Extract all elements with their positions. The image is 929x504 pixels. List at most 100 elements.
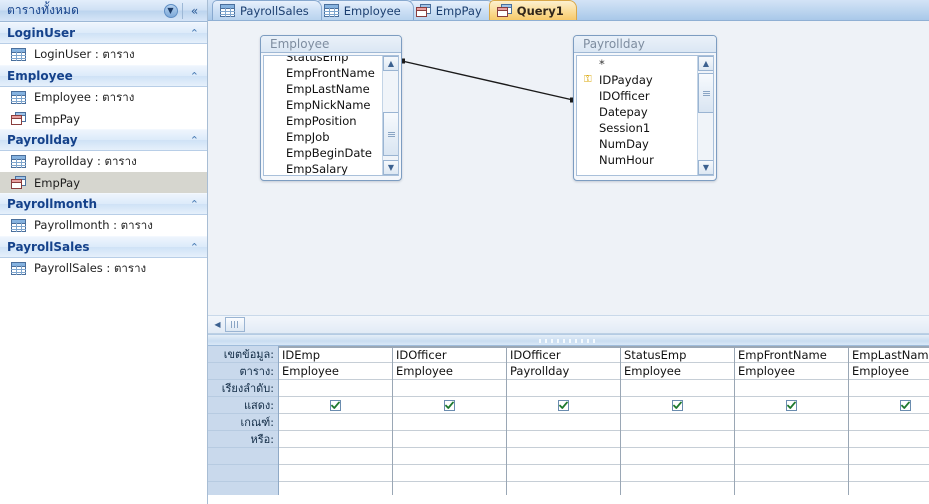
scroll-thumb[interactable]	[698, 73, 713, 113]
field-list-vertical-scrollbar[interactable]: ▲ ▼	[697, 56, 713, 175]
navigation-pane-header[interactable]: ตารางทั้งหมด ▼ «	[0, 0, 207, 22]
field-item[interactable]: Session1	[577, 120, 696, 136]
nav-item-loginuser[interactable]: LoginUser : ตาราง	[0, 44, 207, 65]
field-item[interactable]: EmpFrontName	[264, 65, 381, 81]
query-by-example-grid[interactable]: เขตข้อมูล: ตาราง: เรียงลำดับ: แสดง: เกณฑ์: หร…	[208, 346, 929, 495]
show-checkbox[interactable]	[330, 399, 341, 411]
qbe-cell-field[interactable]: IDEmp	[279, 346, 392, 363]
double-chevron-up-icon[interactable]: ⌃	[190, 135, 199, 146]
nav-group-header-loginuser[interactable]: LoginUser ⌃	[0, 22, 207, 44]
qbe-cell-sort[interactable]	[735, 380, 848, 397]
scroll-thumb[interactable]	[383, 112, 398, 156]
double-chevron-up-icon[interactable]: ⌃	[190, 71, 199, 82]
qbe-cell-criteria[interactable]	[735, 414, 848, 431]
field-item[interactable]: EmpNickName	[264, 97, 381, 113]
tab-query1[interactable]: Query1	[488, 0, 577, 20]
qbe-cell-empty[interactable]	[507, 448, 620, 465]
tab-payrollsales[interactable]: PayrollSales	[212, 0, 322, 20]
scroll-up-arrow-icon[interactable]: ▲	[698, 56, 713, 71]
qbe-cell-criteria[interactable]	[621, 414, 734, 431]
show-checkbox[interactable]	[900, 399, 911, 411]
nav-group-header-payrollday[interactable]: Payrollday ⌃	[0, 129, 207, 151]
nav-item-emppay[interactable]: EmpPay	[0, 108, 207, 129]
field-item[interactable]: NumDay	[577, 136, 696, 152]
qbe-cell-show[interactable]	[849, 397, 929, 414]
navigation-pane-collapse-button[interactable]: «	[184, 1, 205, 21]
qbe-cell-empty[interactable]	[279, 482, 392, 495]
show-checkbox[interactable]	[786, 399, 797, 411]
qbe-cell-or[interactable]	[735, 431, 848, 448]
qbe-cell-or[interactable]	[279, 431, 392, 448]
qbe-cell-empty[interactable]	[279, 465, 392, 482]
nav-group-header-payrollmonth[interactable]: Payrollmonth ⌃	[0, 193, 207, 215]
double-chevron-up-icon[interactable]: ⌃	[190, 28, 199, 39]
show-checkbox[interactable]	[672, 399, 683, 411]
qbe-cell-field[interactable]: EmpLastName	[849, 346, 929, 363]
field-item[interactable]: EmpJob	[264, 129, 381, 145]
qbe-cell-empty[interactable]	[393, 482, 506, 495]
field-item[interactable]: *	[577, 56, 696, 72]
qbe-cell-sort[interactable]	[507, 380, 620, 397]
qbe-cell-sort[interactable]	[621, 380, 734, 397]
qbe-cell-or[interactable]	[849, 431, 929, 448]
qbe-cell-show[interactable]	[621, 397, 734, 414]
qbe-cell-show[interactable]	[279, 397, 392, 414]
qbe-cell-empty[interactable]	[393, 448, 506, 465]
qbe-cell-or[interactable]	[393, 431, 506, 448]
qbe-cell-empty[interactable]	[735, 465, 848, 482]
qbe-cell-empty[interactable]	[279, 448, 392, 465]
scroll-down-arrow-icon[interactable]: ▼	[698, 160, 713, 175]
nav-item-payrollday[interactable]: Payrollday : ตาราง	[0, 151, 207, 172]
navigation-pane-dropdown-button[interactable]: ▼	[160, 1, 181, 21]
qbe-cell-show[interactable]	[393, 397, 506, 414]
qbe-cell-empty[interactable]	[507, 482, 620, 495]
qbe-cell-sort[interactable]	[849, 380, 929, 397]
qbe-cell-criteria[interactable]	[507, 414, 620, 431]
qbe-cell-empty[interactable]	[735, 482, 848, 495]
qbe-cell-show[interactable]	[735, 397, 848, 414]
qbe-cell-field[interactable]: IDOfficer	[507, 346, 620, 363]
pane-splitter[interactable]	[208, 334, 929, 346]
field-list-vertical-scrollbar[interactable]: ▲ ▼	[382, 56, 398, 175]
qbe-cell-or[interactable]	[621, 431, 734, 448]
double-chevron-up-icon[interactable]: ⌃	[190, 199, 199, 210]
qbe-cell-empty[interactable]	[621, 448, 734, 465]
qbe-cell-or[interactable]	[507, 431, 620, 448]
scroll-down-arrow-icon[interactable]: ▼	[383, 160, 398, 175]
show-checkbox[interactable]	[444, 399, 455, 411]
nav-item-payrollsales[interactable]: PayrollSales : ตาราง	[0, 258, 207, 279]
scroll-thumb-grip[interactable]	[225, 317, 245, 332]
qbe-cell-sort[interactable]	[393, 380, 506, 397]
qbe-cell-criteria[interactable]	[393, 414, 506, 431]
scroll-up-arrow-icon[interactable]: ▲	[383, 56, 398, 71]
field-item[interactable]: ⚿ IDPayday	[577, 72, 696, 88]
query-design-upper-pane[interactable]: Employee StatusEmp EmpFrontName EmpLastName…	[208, 21, 929, 334]
qbe-cell-criteria[interactable]	[279, 414, 392, 431]
nav-group-header-employee[interactable]: Employee ⌃	[0, 65, 207, 87]
qbe-cell-table[interactable]: Payrollday	[507, 363, 620, 380]
qbe-cell-empty[interactable]	[849, 465, 929, 482]
field-item[interactable]: EmpSalary	[264, 161, 381, 175]
qbe-cell-empty[interactable]	[849, 448, 929, 465]
triangle-left-icon[interactable]: ◀	[210, 317, 225, 332]
nav-item-emppay[interactable]: EmpPay	[0, 172, 207, 193]
field-item[interactable]: Datepay	[577, 104, 696, 120]
qbe-cell-empty[interactable]	[849, 482, 929, 495]
field-list-employee[interactable]: Employee StatusEmp EmpFrontName EmpLastName…	[260, 35, 402, 181]
field-list-payrollday[interactable]: Payrollday * ⚿ IDPayday IDOfficer Datepay Sess…	[573, 35, 717, 181]
designer-horizontal-scrollbar[interactable]: ◀	[208, 315, 929, 333]
nav-item-employee[interactable]: Employee : ตาราง	[0, 87, 207, 108]
qbe-cell-show[interactable]	[507, 397, 620, 414]
field-item[interactable]: EmpLastName	[264, 81, 381, 97]
field-item[interactable]: NumHour	[577, 152, 696, 168]
qbe-cell-field[interactable]: StatusEmp	[621, 346, 734, 363]
tab-employee[interactable]: Employee	[315, 0, 414, 20]
qbe-cell-table[interactable]: Employee	[393, 363, 506, 380]
qbe-cell-table[interactable]: Employee	[735, 363, 848, 380]
qbe-cell-empty[interactable]	[735, 448, 848, 465]
field-item[interactable]: StatusEmp	[264, 56, 381, 65]
qbe-cell-empty[interactable]	[621, 465, 734, 482]
qbe-cell-table[interactable]: Employee	[849, 363, 929, 380]
double-chevron-up-icon[interactable]: ⌃	[190, 242, 199, 253]
field-item[interactable]: EmpPosition	[264, 113, 381, 129]
